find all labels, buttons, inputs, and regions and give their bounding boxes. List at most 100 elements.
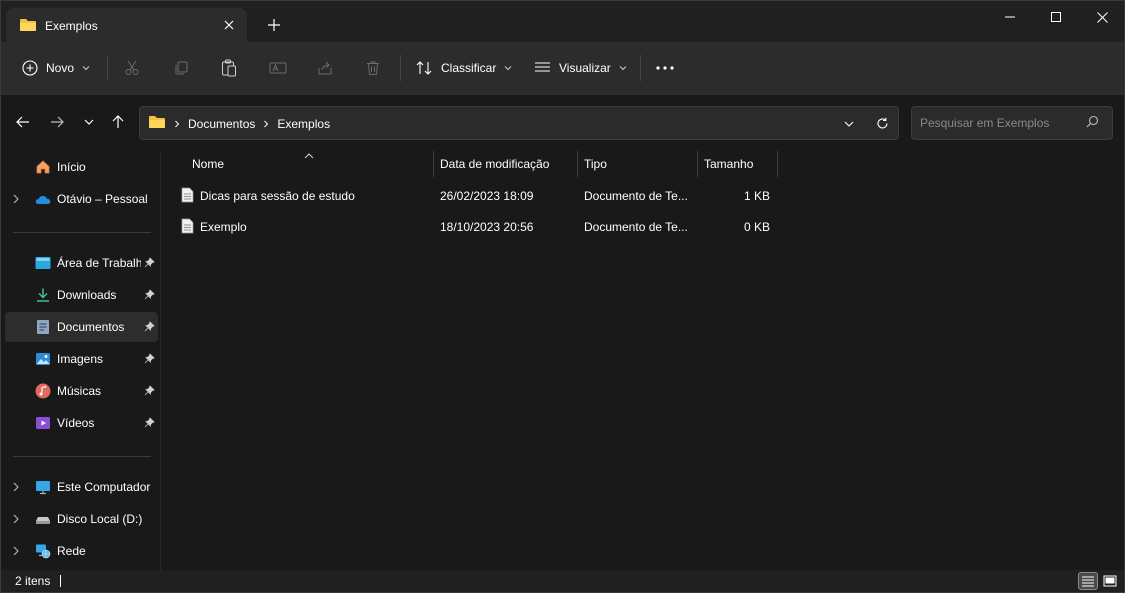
- plus-icon[interactable]: [263, 14, 285, 36]
- forward-icon[interactable]: [43, 107, 71, 137]
- onedrive-icon: [35, 191, 51, 207]
- back-icon[interactable]: [9, 107, 37, 137]
- folder-icon: [19, 18, 37, 35]
- documents-icon: [35, 319, 51, 335]
- sidebar-item-disco-local[interactable]: Disco Local (D:): [5, 504, 158, 534]
- address-bar[interactable]: Documentos Exemplos: [139, 106, 899, 140]
- view-button[interactable]: Visualizar: [534, 51, 627, 85]
- tab-exemplos[interactable]: Exemplos: [6, 8, 247, 42]
- more-icon[interactable]: [656, 51, 674, 85]
- divider: [107, 55, 108, 81]
- file-size: 1 KB: [743, 189, 770, 203]
- file-name: Dicas para sessão de estudo: [200, 189, 355, 203]
- column-header-type[interactable]: Tipo: [578, 151, 697, 177]
- sort-button[interactable]: Classificar: [415, 51, 512, 85]
- tiles-view-icon[interactable]: [1100, 572, 1120, 590]
- sidebar-item-videos[interactable]: Vídeos: [5, 408, 158, 438]
- new-button[interactable]: Novo: [22, 51, 90, 85]
- maximize-icon[interactable]: [1033, 1, 1079, 33]
- pin-icon[interactable]: [144, 417, 155, 431]
- computer-icon: [35, 479, 51, 495]
- item-count: 2 itens: [15, 574, 51, 588]
- close-icon[interactable]: [218, 14, 240, 36]
- drive-icon: [35, 511, 51, 527]
- pane-divider[interactable]: [160, 151, 161, 570]
- file-row[interactable]: Dicas para sessão de estudo 26/02/2023 1…: [173, 181, 779, 211]
- cut-icon[interactable]: [124, 51, 140, 85]
- sidebar-item-este-computador[interactable]: Este Computador: [5, 472, 158, 502]
- pin-icon[interactable]: [144, 353, 155, 367]
- chevron-right-icon[interactable]: [13, 545, 19, 559]
- plus-circle-icon: [22, 60, 38, 76]
- chevron-right-icon: [263, 117, 269, 131]
- paste-icon[interactable]: [221, 51, 237, 85]
- title-bar: Exemplos: [1, 1, 1124, 42]
- pin-icon[interactable]: [144, 385, 155, 399]
- folder-icon: [148, 115, 166, 132]
- music-icon: [35, 383, 51, 399]
- divider: [13, 456, 151, 457]
- chevron-right-icon[interactable]: [13, 481, 19, 495]
- divider: [640, 55, 641, 81]
- refresh-icon[interactable]: [871, 113, 893, 133]
- command-bar: Novo Classificar Visualizar: [1, 42, 1124, 95]
- videos-icon: [35, 415, 51, 431]
- navigation-pane: Início Otávio – Pessoal Área de Trabalho: [1, 148, 161, 570]
- text-document-icon: [181, 187, 194, 206]
- up-icon[interactable]: [104, 107, 132, 137]
- chevron-down-icon: [82, 64, 90, 72]
- chevron-down-icon: [619, 64, 627, 72]
- rename-icon[interactable]: [269, 51, 287, 85]
- chevron-right-icon[interactable]: [13, 513, 19, 527]
- file-type: Documento de Te...: [584, 189, 687, 203]
- network-icon: [35, 543, 51, 559]
- copy-icon[interactable]: [173, 51, 189, 85]
- sidebar-item-documentos[interactable]: Documentos: [5, 312, 158, 342]
- pin-icon[interactable]: [144, 289, 155, 303]
- delete-icon[interactable]: [365, 51, 381, 85]
- file-modified: 26/02/2023 18:09: [440, 189, 534, 203]
- home-icon: [35, 159, 51, 175]
- details-view-icon[interactable]: [1078, 572, 1098, 590]
- breadcrumb-exemplos[interactable]: Exemplos: [277, 117, 330, 131]
- status-bar: 2 itens: [1, 570, 1124, 592]
- column-header-size[interactable]: Tamanho: [698, 151, 777, 177]
- selection-indicator: [60, 575, 61, 587]
- column-header-modified[interactable]: Data de modificação: [434, 151, 577, 177]
- breadcrumb-documentos[interactable]: Documentos: [188, 117, 255, 131]
- tab-title: Exemplos: [45, 19, 98, 33]
- close-window-icon[interactable]: [1079, 1, 1125, 33]
- file-modified: 18/10/2023 20:56: [440, 220, 534, 234]
- chevron-down-icon[interactable]: [838, 114, 860, 134]
- divider: [400, 55, 401, 81]
- chevron-right-icon[interactable]: [13, 193, 19, 207]
- view-list-icon: [534, 61, 551, 75]
- chevron-right-icon: [174, 117, 180, 131]
- pin-icon[interactable]: [144, 257, 155, 271]
- column-separator[interactable]: [777, 151, 778, 177]
- sidebar-item-musicas[interactable]: Músicas: [5, 376, 158, 406]
- search-box[interactable]: [911, 106, 1113, 140]
- download-icon: [35, 287, 51, 303]
- sidebar-item-downloads[interactable]: Downloads: [5, 280, 158, 310]
- pin-icon[interactable]: [144, 321, 155, 335]
- file-row[interactable]: Exemplo 18/10/2023 20:56 Documento de Te…: [173, 212, 779, 242]
- sidebar-item-inicio[interactable]: Início: [5, 152, 158, 182]
- file-explorer-window: Exemplos Novo Classificar Visualizar Doc…: [0, 0, 1125, 593]
- recent-locations-icon[interactable]: [75, 107, 103, 137]
- sort-label: Classificar: [441, 61, 497, 75]
- sidebar-item-imagens[interactable]: Imagens: [5, 344, 158, 374]
- search-input[interactable]: [920, 114, 1080, 132]
- sidebar-item-area-de-trabalho[interactable]: Área de Trabalho: [5, 248, 158, 278]
- new-label: Novo: [46, 61, 75, 75]
- desktop-icon: [35, 255, 51, 271]
- sidebar-item-onedrive[interactable]: Otávio – Pessoal: [5, 184, 158, 214]
- share-icon[interactable]: [317, 51, 333, 85]
- column-header-name[interactable]: Nome: [186, 151, 432, 177]
- search-icon[interactable]: [1086, 115, 1099, 131]
- minimize-icon[interactable]: [987, 1, 1033, 33]
- sidebar-item-rede[interactable]: Rede: [5, 536, 158, 566]
- sort-icon: [415, 60, 433, 76]
- file-name: Exemplo: [200, 220, 247, 234]
- view-label: Visualizar: [559, 61, 611, 75]
